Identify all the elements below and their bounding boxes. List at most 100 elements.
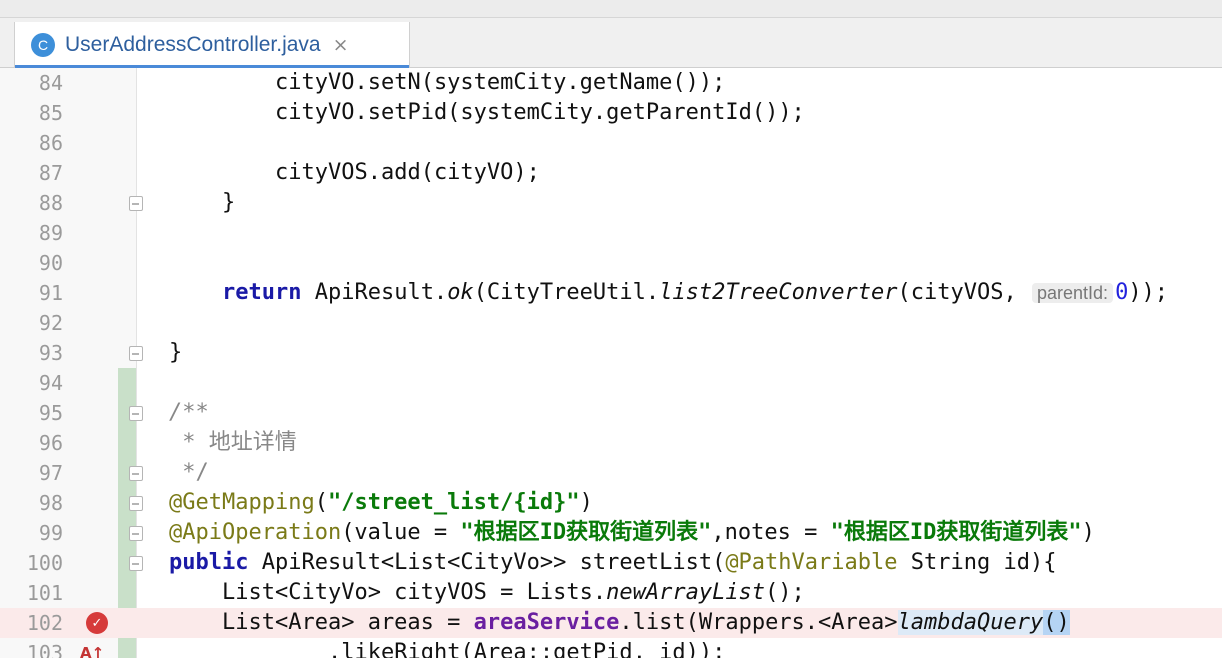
- line-number[interactable]: 91: [0, 278, 63, 308]
- line-number[interactable]: 98: [0, 488, 63, 518]
- code-line[interactable]: 102 ✓ List<Area> areas = areaService.list(…: [0, 608, 1222, 638]
- line-number[interactable]: 89: [0, 218, 63, 248]
- code-token: String id){: [897, 550, 1057, 575]
- code-text[interactable]: public ApiResult<List<CityVo>> streetLis…: [169, 548, 1056, 578]
- code-token: ,notes =: [711, 520, 831, 545]
- line-number[interactable]: 94: [0, 368, 63, 398]
- line-number[interactable]: 95: [0, 398, 63, 428]
- code-text[interactable]: */: [169, 458, 209, 488]
- code-text[interactable]: }: [222, 188, 235, 218]
- code-token: ));: [1128, 280, 1169, 305]
- line-number[interactable]: 90: [0, 248, 63, 278]
- line-number[interactable]: 99: [0, 518, 63, 548]
- line-number[interactable]: 93: [0, 338, 63, 368]
- code-token: @ApiOperation: [169, 520, 342, 545]
- code-token: (cityVOS,: [897, 280, 1030, 305]
- code-line[interactable]: 92: [0, 308, 1222, 338]
- code-token: list2TreeConverter: [659, 280, 898, 305]
- fold-marker-icon[interactable]: [129, 406, 143, 421]
- code-line[interactable]: 99 @ApiOperation(value = "根据区ID获取街道列表",no…: [0, 518, 1222, 548]
- code-line[interactable]: 87 cityVOS.add(cityVO);: [0, 158, 1222, 188]
- tab-user-address-controller[interactable]: C UserAddressController.java ×: [14, 22, 410, 68]
- code-token: areaService: [473, 610, 620, 635]
- code-token: lambdaQuery: [897, 610, 1044, 635]
- line-number[interactable]: 88: [0, 188, 63, 218]
- code-text[interactable]: @ApiOperation(value = "根据区ID获取街道列表",note…: [169, 518, 1095, 548]
- code-line[interactable]: 91 return ApiResult.ok(CityTreeUtil.list2…: [0, 278, 1222, 308]
- code-text[interactable]: @GetMapping("/street_list/{id}"): [169, 488, 593, 518]
- line-number[interactable]: 97: [0, 458, 63, 488]
- code-text[interactable]: return ApiResult.ok(CityTreeUtil.list2Tr…: [222, 278, 1168, 308]
- breakpoint-icon[interactable]: ✓: [86, 612, 108, 634]
- code-line[interactable]: 86: [0, 128, 1222, 158]
- code-text[interactable]: cityVO.setPid(systemCity.getParentId());: [275, 98, 805, 128]
- code-token: ): [1081, 520, 1095, 545]
- fold-marker-icon[interactable]: [129, 466, 143, 481]
- line-number[interactable]: 86: [0, 128, 63, 158]
- line-number[interactable]: 96: [0, 428, 63, 458]
- code-token: }: [222, 190, 236, 215]
- line-number[interactable]: 102: [0, 608, 63, 638]
- code-line[interactable]: 101 List<CityVo> cityVOS = Lists.newArray…: [0, 578, 1222, 608]
- code-line[interactable]: 93}: [0, 338, 1222, 368]
- code-line[interactable]: 98 @GetMapping("/street_list/{id}"): [0, 488, 1222, 518]
- code-token: newArrayList: [606, 580, 766, 605]
- code-token: (CityTreeUtil.: [473, 280, 660, 305]
- code-line[interactable]: 96 * 地址详情: [0, 428, 1222, 458]
- code-text[interactable]: List<Area> areas = areaService.list(Wrap…: [222, 608, 1070, 638]
- line-number[interactable]: 101: [0, 578, 63, 608]
- fold-marker-icon[interactable]: [129, 196, 143, 211]
- code-token: (): [1043, 610, 1070, 635]
- code-editor[interactable]: 84 cityVO.setN(systemCity.getName()); 85 ci…: [0, 68, 1222, 658]
- code-text[interactable]: cityVOS.add(cityVO);: [275, 158, 540, 188]
- fold-marker-icon[interactable]: [129, 526, 143, 541]
- code-line[interactable]: 100 public ApiResult<List<CityVo>> street…: [0, 548, 1222, 578]
- code-token: /**: [169, 400, 209, 425]
- code-token: public: [169, 550, 249, 575]
- editor-tab-bar: C UserAddressController.java ×: [0, 18, 1222, 68]
- code-text[interactable]: List<CityVo> cityVOS = Lists.newArrayLis…: [222, 578, 805, 608]
- code-line[interactable]: 84 cityVO.setN(systemCity.getName());: [0, 68, 1222, 98]
- window-top-strip: [0, 0, 1222, 18]
- override-icon[interactable]: A↑: [80, 644, 104, 658]
- code-token: 地址详情: [208, 430, 297, 455]
- line-number[interactable]: 100: [0, 548, 63, 578]
- tab-label: UserAddressController.java: [65, 33, 321, 56]
- code-token: List<CityVo> cityVOS = Lists.: [222, 580, 607, 605]
- code-token: */: [169, 460, 209, 485]
- code-text[interactable]: * 地址详情: [169, 428, 297, 458]
- java-class-icon: C: [31, 33, 55, 57]
- code-line[interactable]: 103 A↑ .likeRight(Area::getPid, id));: [0, 638, 1222, 658]
- code-line[interactable]: 88}: [0, 188, 1222, 218]
- code-token: @GetMapping: [169, 490, 315, 515]
- code-token: }: [169, 340, 183, 365]
- code-token: .list(Wrappers.<Area>: [619, 610, 898, 635]
- code-token: return: [222, 280, 302, 305]
- fold-marker-icon[interactable]: [129, 496, 143, 511]
- code-line[interactable]: 90: [0, 248, 1222, 278]
- code-text[interactable]: }: [169, 338, 182, 368]
- code-token: "/street_list/{id}": [327, 490, 580, 515]
- code-token: cityVOS.add(cityVO);: [275, 160, 540, 185]
- close-icon[interactable]: ×: [333, 34, 349, 56]
- code-line[interactable]: 85 cityVO.setPid(systemCity.getParentId()…: [0, 98, 1222, 128]
- code-line[interactable]: 95 /**: [0, 398, 1222, 428]
- line-number[interactable]: 84: [0, 68, 63, 98]
- code-token: .likeRight(Area::getPid, id));: [328, 640, 726, 658]
- code-line[interactable]: 94: [0, 368, 1222, 398]
- code-text[interactable]: cityVO.setN(systemCity.getName());: [275, 68, 725, 98]
- line-number[interactable]: 85: [0, 98, 63, 128]
- code-token: List<Area> areas =: [222, 610, 474, 635]
- line-number[interactable]: 87: [0, 158, 63, 188]
- line-number[interactable]: 92: [0, 308, 63, 338]
- code-text[interactable]: /**: [169, 398, 209, 428]
- code-token: cityVO.setN(systemCity.getName());: [275, 70, 726, 95]
- code-token: ok: [447, 280, 474, 305]
- code-line[interactable]: 97 */: [0, 458, 1222, 488]
- code-text[interactable]: .likeRight(Area::getPid, id));: [328, 638, 725, 658]
- fold-marker-icon[interactable]: [129, 346, 143, 361]
- fold-marker-icon[interactable]: [129, 556, 143, 571]
- code-line[interactable]: 89: [0, 218, 1222, 248]
- line-number[interactable]: 103: [0, 638, 63, 658]
- code-token: "根据区ID获取街道列表": [460, 520, 712, 545]
